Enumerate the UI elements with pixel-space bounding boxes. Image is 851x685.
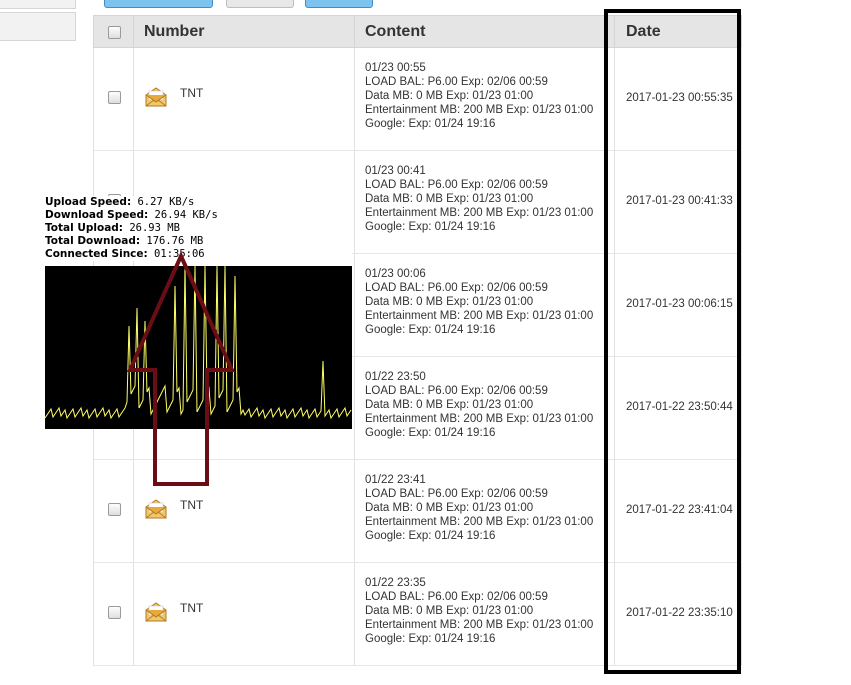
- sidebar-fragment: [0, 0, 76, 9]
- sidebar-fragment[interactable]: [0, 12, 76, 41]
- row-checkbox[interactable]: [108, 606, 121, 619]
- message-content: 01/22 23:35 LOAD BAL: P6.00 Exp: 02/06 00…: [365, 576, 605, 646]
- content-line: Data MB: 0 MB Exp: 01/23 01:00: [365, 605, 534, 617]
- content-line: Google: Exp: 01/24 19:16: [365, 221, 496, 233]
- header-select-cell: [94, 16, 133, 47]
- row-checkbox[interactable]: [108, 503, 121, 516]
- table-row[interactable]: TNT 01/23 00:55 LOAD BAL: P6.00 Exp: 02/0…: [93, 48, 742, 151]
- row-checkbox[interactable]: [108, 91, 121, 104]
- content-line: 01/22 23:41: [365, 474, 426, 486]
- table-header: Number Content Date: [93, 15, 742, 48]
- total-download-value: 176.76 MB: [146, 235, 204, 247]
- download-speed-label: Download Speed:: [45, 209, 149, 221]
- message-date: 2017-01-22 23:50:44: [626, 401, 733, 413]
- message-date: 2017-01-22 23:41:04: [626, 504, 733, 516]
- message-date: 2017-01-23 00:55:35: [626, 92, 733, 104]
- envelope-icon: [145, 602, 167, 622]
- select-all-checkbox[interactable]: [108, 26, 121, 39]
- sender-name[interactable]: TNT: [180, 498, 203, 512]
- envelope-icon: [145, 87, 167, 107]
- content-line: 01/23 00:06: [365, 268, 426, 280]
- toolbar-button-primary[interactable]: [104, 0, 213, 8]
- content-line: Data MB: 0 MB Exp: 01/23 01:00: [365, 193, 534, 205]
- message-content: 01/23 00:55 LOAD BAL: P6.00 Exp: 02/06 00…: [365, 61, 605, 131]
- message-content: 01/23 00:41 LOAD BAL: P6.00 Exp: 02/06 00…: [365, 164, 605, 234]
- column-header-content[interactable]: Content: [365, 16, 425, 47]
- content-line: Data MB: 0 MB Exp: 01/23 01:00: [365, 90, 534, 102]
- content-line: Google: Exp: 01/24 19:16: [365, 530, 496, 542]
- download-speed-value: 26.94 KB/s: [154, 209, 218, 221]
- sender-name[interactable]: TNT: [180, 86, 203, 100]
- content-line: Data MB: 0 MB Exp: 01/23 01:00: [365, 399, 534, 411]
- up-arrow-annotation: [126, 252, 236, 486]
- content-line: Entertainment MB: 200 MB Exp: 01/23 01:0…: [365, 310, 594, 322]
- content-line: Entertainment MB: 200 MB Exp: 01/23 01:0…: [365, 104, 594, 116]
- sender-name[interactable]: TNT: [180, 601, 203, 615]
- content-line: Entertainment MB: 200 MB Exp: 01/23 01:0…: [365, 413, 594, 425]
- content-line: 01/22 23:50: [365, 371, 426, 383]
- content-line: LOAD BAL: P6.00 Exp: 02/06 00:59: [365, 385, 548, 397]
- message-date: 2017-01-23 00:41:33: [626, 195, 733, 207]
- message-content: 01/22 23:50 LOAD BAL: P6.00 Exp: 02/06 00…: [365, 370, 605, 440]
- table-row[interactable]: TNT 01/22 23:35 LOAD BAL: P6.00 Exp: 02/0…: [93, 563, 742, 666]
- message-content: 01/23 00:06 LOAD BAL: P6.00 Exp: 02/06 00…: [365, 267, 605, 337]
- message-date: 2017-01-23 00:06:15: [626, 298, 733, 310]
- upload-speed-value: 6.27 KB/s: [137, 196, 195, 208]
- content-line: Google: Exp: 01/24 19:16: [365, 118, 496, 130]
- content-line: LOAD BAL: P6.00 Exp: 02/06 00:59: [365, 591, 548, 603]
- toolbar-button-tertiary[interactable]: [305, 0, 373, 8]
- content-line: Entertainment MB: 200 MB Exp: 01/23 01:0…: [365, 619, 594, 631]
- content-line: Data MB: 0 MB Exp: 01/23 01:00: [365, 502, 534, 514]
- content-line: LOAD BAL: P6.00 Exp: 02/06 00:59: [365, 76, 548, 88]
- toolbar-button-secondary[interactable]: [226, 0, 294, 8]
- content-line: LOAD BAL: P6.00 Exp: 02/06 00:59: [365, 282, 548, 294]
- envelope-icon: [145, 499, 167, 519]
- content-line: 01/22 23:35: [365, 577, 426, 589]
- message-date: 2017-01-22 23:35:10: [626, 607, 733, 619]
- content-line: Data MB: 0 MB Exp: 01/23 01:00: [365, 296, 534, 308]
- total-upload-value: 26.93 MB: [129, 222, 180, 234]
- content-line: Google: Exp: 01/24 19:16: [365, 324, 496, 336]
- column-header-date[interactable]: Date: [626, 16, 661, 47]
- total-download-label: Total Download:: [45, 235, 141, 247]
- content-line: Google: Exp: 01/24 19:16: [365, 427, 496, 439]
- content-line: LOAD BAL: P6.00 Exp: 02/06 00:59: [365, 488, 548, 500]
- content-line: 01/23 00:41: [365, 165, 426, 177]
- content-line: Google: Exp: 01/24 19:16: [365, 633, 496, 645]
- column-header-number[interactable]: Number: [144, 16, 204, 47]
- content-line: 01/23 00:55: [365, 62, 426, 74]
- content-line: Entertainment MB: 200 MB Exp: 01/23 01:0…: [365, 207, 594, 219]
- content-line: Entertainment MB: 200 MB Exp: 01/23 01:0…: [365, 516, 594, 528]
- message-content: 01/22 23:41 LOAD BAL: P6.00 Exp: 02/06 00…: [365, 473, 605, 543]
- total-upload-label: Total Upload:: [45, 222, 123, 234]
- content-line: LOAD BAL: P6.00 Exp: 02/06 00:59: [365, 179, 548, 191]
- upload-speed-label: Upload Speed:: [45, 196, 132, 208]
